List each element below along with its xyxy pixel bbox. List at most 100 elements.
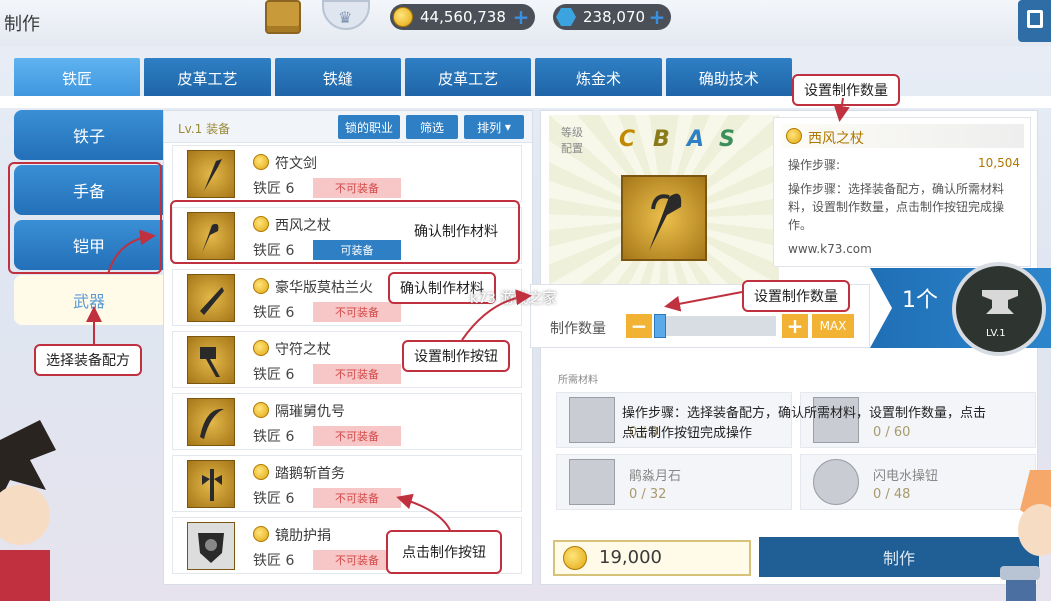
- material-name: 鹃淼月石: [629, 469, 682, 484]
- anvil-icon: [982, 290, 1018, 314]
- character-right-icon: [1000, 470, 1051, 601]
- grade-label: 等级配置: [561, 126, 583, 155]
- annotation-confirm-material: 确认制作材料: [414, 224, 498, 240]
- req-level: 6: [285, 491, 295, 507]
- coin-icon: [253, 278, 269, 294]
- gold-amount: 44,560,738: [420, 8, 506, 26]
- step-value: 10,504: [978, 156, 1020, 170]
- gem-currency: 238,070 +: [553, 4, 671, 30]
- weapon-thumbnail-icon: [187, 336, 235, 384]
- recipe-row[interactable]: 踏鹅斩首务 铁匠 6 不可装备: [172, 455, 522, 512]
- recipe-info-box: 西风之杖 操作步骤: 10,504 操作步骤：选择装备配方，确认所需材料料，设置…: [773, 117, 1031, 267]
- coin-icon: [253, 526, 269, 542]
- quantity-slider-handle[interactable]: [654, 314, 666, 338]
- item-requirement: 铁匠 6: [253, 488, 294, 508]
- status-badge: 不可装备: [313, 488, 401, 508]
- tab-leather-2[interactable]: 皮革工艺: [404, 58, 532, 98]
- item-name: 隔璀舅仇号: [275, 404, 345, 420]
- craft-cost: 19,000: [553, 540, 751, 576]
- grade-display: 等级配置 C B A S: [549, 115, 779, 287]
- quantity-slider[interactable]: [654, 316, 776, 336]
- character-left-icon: [0, 420, 56, 601]
- increase-quantity-button[interactable]: +: [782, 314, 808, 338]
- add-gold-button[interactable]: +: [511, 6, 531, 28]
- grade-s-text: S: [719, 127, 735, 152]
- step-label: 操作步骤:: [788, 158, 841, 172]
- exit-icon: [1027, 10, 1043, 28]
- material-slot[interactable]: 鹃淼月石 0 / 32: [556, 454, 792, 510]
- grade-b: B: [653, 127, 670, 152]
- gem-icon: [556, 8, 576, 26]
- item-name: 符文剑: [275, 156, 317, 172]
- req-label: 铁匠: [253, 429, 281, 445]
- tab-alchemy[interactable]: 炼金术: [535, 58, 662, 98]
- annotation-choose-recipe: 选择装备配方: [34, 344, 142, 376]
- coin-icon: [253, 340, 269, 356]
- item-name: 豪华版莫枯兰火: [275, 280, 373, 296]
- side-item-weapon[interactable]: 武器: [14, 275, 164, 325]
- weapon-thumbnail-icon: [187, 274, 235, 322]
- gold-currency: 44,560,738 +: [390, 4, 535, 30]
- item-name: 守符之杖: [275, 342, 331, 358]
- page-title: 制作: [4, 14, 40, 35]
- side-item-accessory[interactable]: 铁子: [14, 110, 164, 160]
- recipe-row[interactable]: 隔璀舅仇号 铁匠 6 不可装备: [172, 393, 522, 450]
- gem-amount: 238,070: [583, 8, 646, 26]
- max-quantity-button[interactable]: MAX: [812, 314, 854, 338]
- tab-sewing[interactable]: 铁缝: [274, 58, 401, 98]
- material-count: 0 / 32: [629, 487, 667, 502]
- overlay-steps-text: 操作步骤：选择装备配方，确认所需材料，设置制作数量，点击 点击制作按钮完成操作: [622, 406, 987, 441]
- my-class-filter-button[interactable]: 锁的职业: [338, 115, 400, 139]
- selected-weapon-icon: [621, 175, 707, 261]
- anvil-button[interactable]: LV.1: [952, 262, 1046, 356]
- item-requirement: 铁匠 6: [253, 302, 294, 322]
- watermark-logo: k73 游戏之家: [470, 291, 557, 307]
- tab-blacksmith[interactable]: 铁匠: [14, 58, 141, 98]
- recipe-row[interactable]: 符文剑 铁匠 6 不可装备: [172, 145, 522, 202]
- grade-a: A: [687, 127, 704, 152]
- req-label: 铁匠: [253, 491, 281, 507]
- item-requirement: 铁匠 6: [253, 550, 294, 570]
- material-icon: [569, 397, 615, 443]
- materials-header: 所需材料: [558, 375, 598, 386]
- annotation-click-button: 点击制作按钮: [386, 530, 502, 574]
- item-requirement: 铁匠 6: [253, 426, 294, 446]
- material-name: 闪电水操钮: [873, 469, 939, 484]
- decrease-quantity-button[interactable]: −: [626, 314, 652, 338]
- cost-value: 19,000: [599, 547, 662, 568]
- status-badge: 不可装备: [313, 426, 401, 446]
- chest-icon[interactable]: [265, 0, 301, 34]
- sort-button[interactable]: 排列 ▾: [464, 115, 524, 139]
- tab-leather[interactable]: 皮革工艺: [144, 58, 271, 98]
- req-level: 6: [285, 553, 295, 569]
- coin-icon: [253, 464, 269, 480]
- craft-button[interactable]: 制作: [759, 537, 1039, 577]
- tab-assist[interactable]: 确助技术: [665, 58, 792, 98]
- grade-c-text: C: [619, 127, 636, 152]
- sort-label: 排列: [477, 120, 502, 135]
- item-name: 踏鹅斩首务: [275, 466, 345, 482]
- recipe-name: 西风之杖: [808, 131, 864, 147]
- req-level: 6: [285, 181, 295, 197]
- status-badge: 不可装备: [313, 302, 401, 322]
- list-header: Lv.1 装备 锁的职业 筛选 排列 ▾: [164, 111, 532, 143]
- filter-button[interactable]: 筛选: [406, 115, 458, 139]
- req-label: 铁匠: [253, 305, 281, 321]
- status-badge: 不可装备: [313, 364, 401, 384]
- quantity-count: 1个: [902, 288, 938, 313]
- gold-coin-icon: [393, 7, 413, 27]
- highlight-box-categories: [8, 162, 162, 274]
- grade-s: S: [719, 127, 735, 152]
- chevron-down-icon: ▾: [501, 120, 511, 134]
- grade-b-text: B: [653, 127, 670, 152]
- req-label: 铁匠: [253, 553, 281, 569]
- status-badge: 不可装备: [313, 178, 401, 198]
- exit-button[interactable]: [1018, 0, 1051, 42]
- grade-a-text: A: [687, 127, 705, 152]
- annotation-set-quantity: 设置制作数量: [792, 74, 900, 106]
- level-label: Lv.1 装备: [178, 122, 231, 136]
- add-gem-button[interactable]: +: [647, 6, 667, 28]
- grade-c: C: [619, 127, 635, 152]
- req-level: 6: [285, 367, 295, 383]
- anvil-level: LV.1: [986, 328, 1006, 339]
